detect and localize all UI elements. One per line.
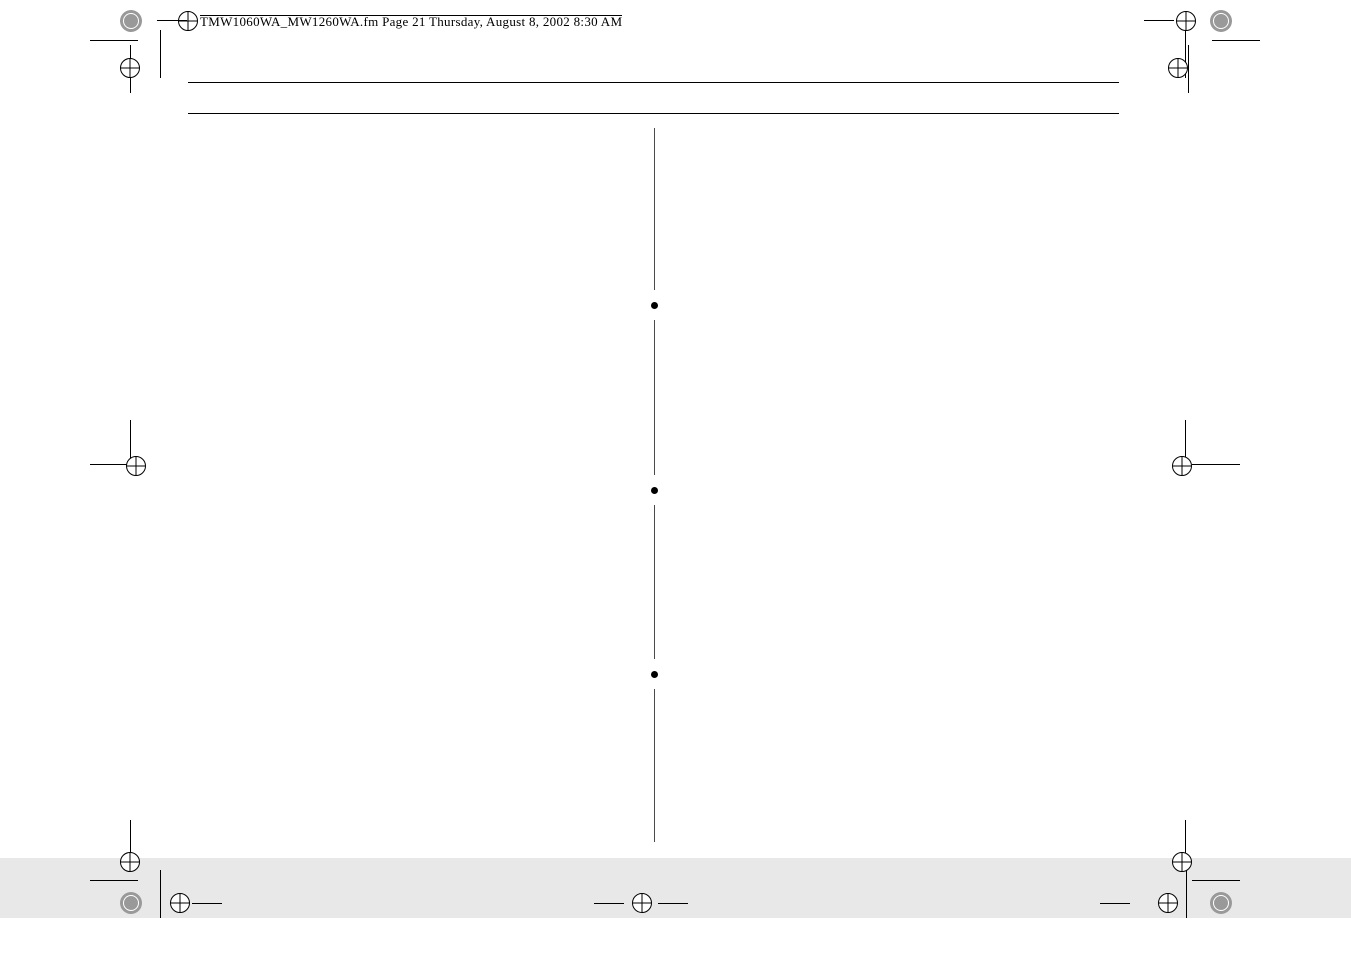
- crop-mark: [1100, 903, 1130, 904]
- crop-mark: [594, 903, 624, 904]
- crop-mark: [157, 20, 187, 21]
- crop-mark: [658, 903, 688, 904]
- crop-mark: [1192, 880, 1240, 881]
- registration-target-icon: [1172, 456, 1192, 476]
- registration-target-icon: [120, 58, 140, 78]
- registration-solid-icon: [1210, 892, 1232, 914]
- registration-target-icon: [1172, 852, 1192, 872]
- bottom-band: [0, 858, 1351, 918]
- crop-mark: [192, 903, 222, 904]
- crop-mark: [160, 870, 161, 918]
- document-page: TMW1060WA_MW1260WA.fm Page 21 Thursday, …: [0, 0, 1351, 954]
- registration-solid-icon: [120, 892, 142, 914]
- registration-target-icon: [1158, 893, 1178, 913]
- registration-target-icon: [1176, 11, 1196, 31]
- registration-solid-icon: [120, 10, 142, 32]
- registration-target-icon: [178, 11, 198, 31]
- bullet-icon: [651, 671, 658, 678]
- registration-target-icon: [120, 852, 140, 872]
- crop-mark: [1212, 40, 1260, 41]
- registration-target-icon: [170, 893, 190, 913]
- header-filename-date: TMW1060WA_MW1260WA.fm Page 21 Thursday, …: [200, 14, 622, 29]
- horizontal-rule: [188, 82, 1119, 83]
- crop-mark: [1186, 870, 1187, 918]
- crop-mark: [160, 30, 161, 78]
- crop-mark: [90, 880, 138, 881]
- registration-target-icon: [126, 456, 146, 476]
- bullet-icon: [651, 487, 658, 494]
- horizontal-rule: [188, 113, 1119, 114]
- crop-mark: [1192, 464, 1240, 465]
- registration-solid-icon: [1210, 10, 1232, 32]
- document-header-text: TMW1060WA_MW1260WA.fm Page 21 Thursday, …: [200, 14, 622, 30]
- crop-mark: [1144, 20, 1174, 21]
- registration-target-icon: [1168, 58, 1188, 78]
- crop-mark: [90, 40, 138, 41]
- registration-target-icon: [632, 893, 652, 913]
- crop-mark: [1188, 45, 1189, 93]
- bullet-icon: [651, 302, 658, 309]
